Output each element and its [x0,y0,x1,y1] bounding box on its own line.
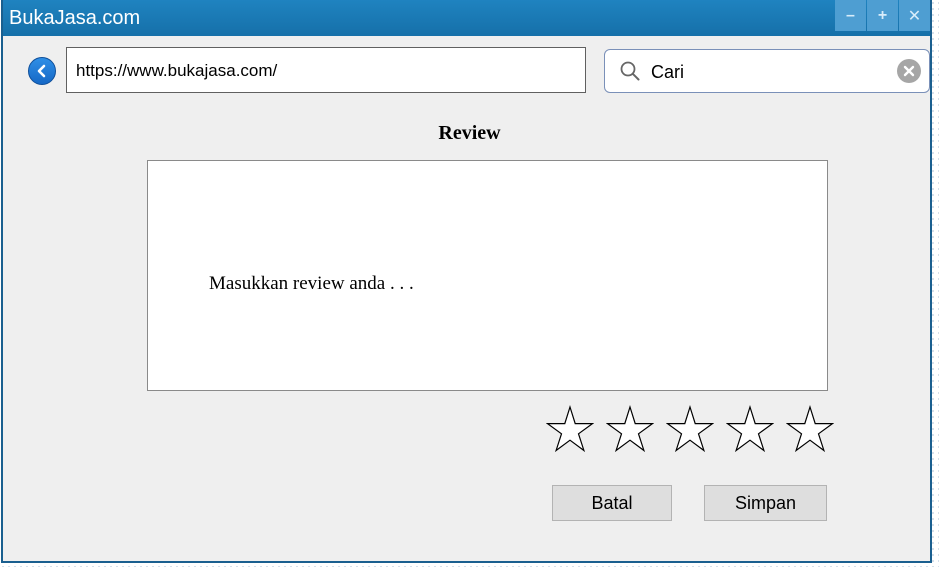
title-bar[interactable]: BukaJasa.com – + ✕ [3,0,930,36]
star-rating [546,405,834,453]
close-button[interactable]: ✕ [899,0,930,31]
star-icon-2[interactable] [606,405,654,453]
star-icon-3[interactable] [666,405,714,453]
maximize-icon: + [877,6,888,24]
search-placeholder: Cari [651,62,685,82]
close-icon: ✕ [907,7,922,25]
chevron-left-icon [37,64,46,78]
review-placeholder: Masukkan review anda . . . [209,273,414,294]
back-button[interactable] [28,57,56,85]
star-icon-5[interactable] [786,405,834,453]
clear-search-icon[interactable] [897,59,921,83]
minimize-button[interactable]: – [835,0,866,31]
x-icon [903,65,915,77]
review-textarea[interactable]: Masukkan review anda . . . [147,160,828,391]
star-icon-1[interactable] [546,405,594,453]
window-controls: – + ✕ [834,0,930,31]
search-input[interactable]: Cari [604,49,930,93]
save-button[interactable]: Simpan [704,485,827,521]
url-text: https://www.bukajasa.com/ [76,61,278,80]
cancel-button[interactable]: Batal [552,485,672,521]
star-icon-4[interactable] [726,405,774,453]
review-heading: Review [438,122,501,144]
window-title: BukaJasa.com [9,7,141,29]
search-icon [620,61,640,81]
maximize-button[interactable]: + [867,0,898,31]
url-input[interactable]: https://www.bukajasa.com/ [66,47,586,93]
minimize-icon: – [846,6,855,24]
